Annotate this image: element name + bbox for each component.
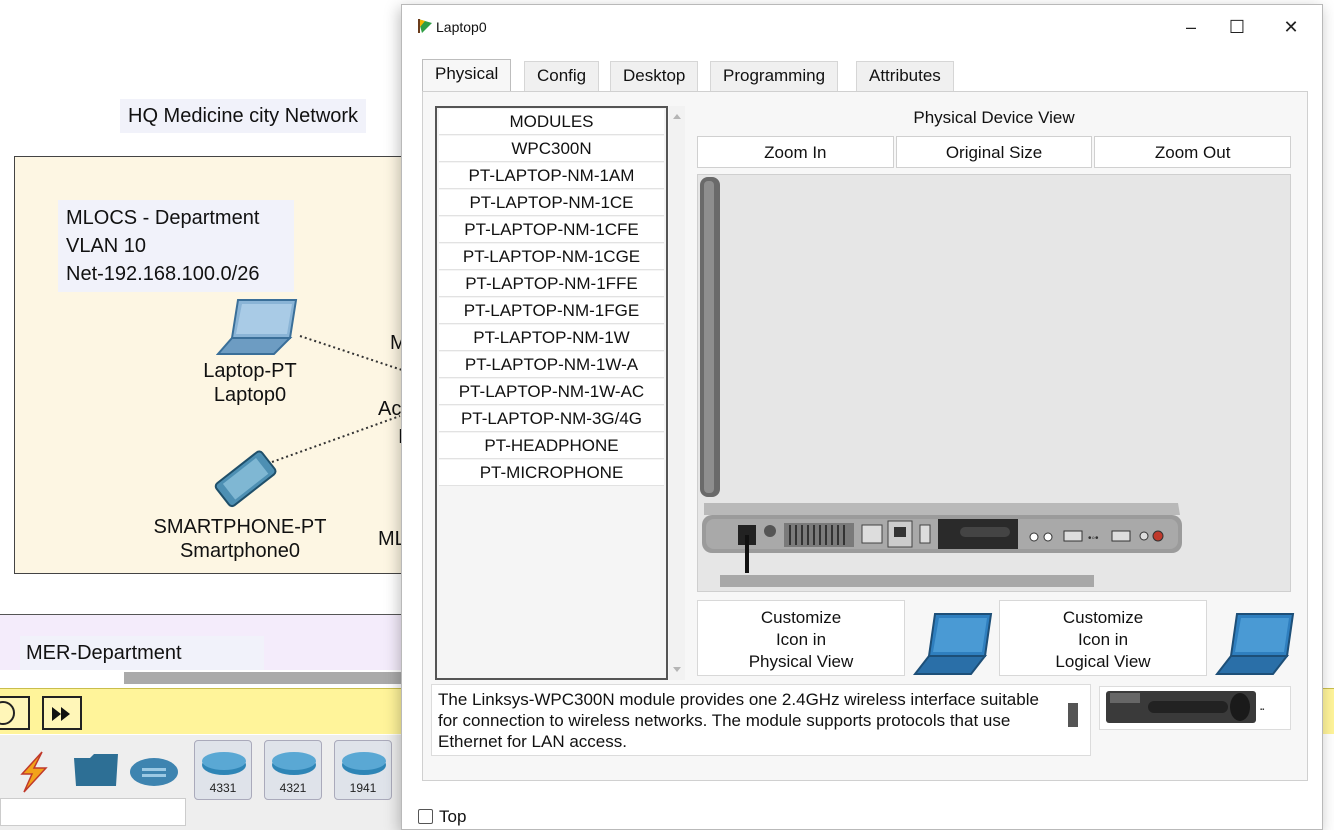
module-item[interactable]: PT-LAPTOP-NM-1FFE <box>439 271 664 297</box>
module-description-box[interactable]: The Linksys-WPC300N module provides one … <box>431 684 1091 756</box>
always-on-top-checkbox[interactable]: Top <box>418 807 466 827</box>
fast-forward-icon <box>52 707 70 721</box>
laptop-type: Laptop-PT <box>203 360 297 382</box>
checkbox-box[interactable] <box>418 809 433 824</box>
module-item[interactable]: PT-LAPTOP-NM-1CFE <box>439 217 664 243</box>
router-4331-tile[interactable]: 4331 <box>194 740 252 800</box>
zoom-controls: Zoom In Original Size Zoom Out <box>697 136 1292 168</box>
circle-icon <box>0 701 15 725</box>
module-item[interactable]: PT-LAPTOP-NM-1W-A <box>439 352 664 378</box>
tab-config[interactable]: Config <box>524 61 600 91</box>
top-checkbox-label: Top <box>439 807 467 826</box>
scroll-up-icon[interactable] <box>673 114 681 119</box>
physical-device-view-title: Physical Device View <box>913 108 1075 127</box>
device-dialog-laptop0: Laptop0 – ☐ ✕ Physical Config Desktop Pr… <box>401 4 1323 830</box>
fast-forward-button[interactable] <box>42 696 82 730</box>
module-item[interactable]: PT-LAPTOP-NM-3G/4G <box>439 406 664 432</box>
cloud-icon[interactable] <box>128 750 180 790</box>
laptop-name: Laptop0 <box>213 384 287 406</box>
customize-physical-label: Customize Icon in Physical View <box>698 607 904 673</box>
router-icon <box>202 752 246 775</box>
module-item[interactable]: PT-LAPTOP-NM-1CE <box>439 190 664 216</box>
module-description-text: The Linksys-WPC300N module provides one … <box>438 690 1039 751</box>
original-size-button[interactable]: Original Size <box>895 136 1093 168</box>
svg-text:▪▪: ▪▪ <box>1260 707 1264 713</box>
module-item[interactable]: PT-LAPTOP-NM-1W-AC <box>439 379 664 405</box>
customize-logical-label: Customize Icon in Logical View <box>1000 607 1206 673</box>
scroll-down-icon[interactable] <box>673 667 681 672</box>
router-model-label: 4321 <box>279 781 307 795</box>
router-1941-tile[interactable]: 1941 <box>334 740 392 800</box>
zoom-out-button[interactable]: Zoom Out <box>1094 136 1292 168</box>
wireless-card-image: ▪▪ <box>1106 691 1264 723</box>
maximize-button[interactable]: ☐ <box>1214 11 1260 43</box>
window-title: Laptop0 <box>436 19 487 35</box>
description-scrollbar-thumb[interactable] <box>1068 703 1078 727</box>
module-preview-image: ▪▪ <box>1099 686 1291 730</box>
modules-scrollbar[interactable] <box>669 106 685 680</box>
module-item[interactable]: PT-LAPTOP-NM-1CGE <box>439 244 664 270</box>
customize-logical-icon-button[interactable]: Customize Icon in Logical View <box>999 600 1207 676</box>
zoom-in-button[interactable]: Zoom In <box>697 136 894 168</box>
customize-logical-line1: Customize <box>1062 608 1144 627</box>
workspace-horizontal-scrollbar[interactable] <box>124 672 414 684</box>
smartphone-wireless-link <box>271 415 401 463</box>
laptop-icon[interactable] <box>1215 612 1295 678</box>
folder-icon[interactable] <box>72 750 120 790</box>
module-item[interactable]: PT-MICROPHONE <box>439 460 664 486</box>
laptop-icon[interactable] <box>913 612 993 678</box>
router-icon <box>342 752 386 775</box>
close-button[interactable]: ✕ <box>1268 11 1314 43</box>
packet-tracer-app-icon <box>418 19 432 33</box>
smartphone-name: Smartphone0 <box>179 540 301 562</box>
physical-device-view[interactable]: •◦• <box>697 174 1291 592</box>
lightning-connections-icon[interactable] <box>12 750 56 794</box>
customize-physical-line2: Icon in <box>775 630 827 649</box>
tab-programming[interactable]: Programming <box>710 61 839 91</box>
laptop-side-panel-image: •◦• <box>700 177 1182 573</box>
module-item[interactable]: PT-LAPTOP-NM-1FGE <box>439 298 664 324</box>
laptop-device-icon[interactable] <box>216 298 300 356</box>
module-item[interactable]: PT-LAPTOP-NM-1AM <box>439 163 664 189</box>
customize-logical-line3: Logical View <box>1055 652 1151 671</box>
play-control-button[interactable] <box>0 696 30 730</box>
modules-list[interactable]: MODULES WPC300N PT-LAPTOP-NM-1AM PT-LAPT… <box>435 106 668 680</box>
svg-text:•◦•: •◦• <box>1088 533 1099 544</box>
title-bar[interactable]: Laptop0 – ☐ ✕ <box>402 5 1322 49</box>
minimize-button[interactable]: – <box>1168 11 1214 43</box>
customize-physical-line3: Physical View <box>748 652 854 671</box>
customize-physical-line1: Customize <box>760 608 842 627</box>
laptop-device-label[interactable]: Laptop-PT Laptop0 <box>180 359 320 407</box>
module-item-wpc300n[interactable]: WPC300N <box>439 136 664 162</box>
modules-header: MODULES <box>439 109 664 135</box>
clipped-label-fragment: Ac <box>378 398 402 420</box>
mer-department-note[interactable]: MER-Department <box>20 636 264 670</box>
smartphone-device-icon[interactable] <box>208 445 282 511</box>
tab-attributes[interactable]: Attributes <box>856 61 954 91</box>
device-search-field[interactable] <box>0 798 186 826</box>
customize-logical-line2: Icon in <box>1077 630 1129 649</box>
device-view-horizontal-scrollbar[interactable] <box>720 575 1094 587</box>
router-model-label: 4331 <box>209 781 237 795</box>
tab-physical[interactable]: Physical <box>422 59 512 92</box>
router-4321-tile[interactable]: 4321 <box>264 740 322 800</box>
module-item[interactable]: PT-HEADPHONE <box>439 433 664 459</box>
module-item[interactable]: PT-LAPTOP-NM-1W <box>439 325 664 351</box>
customize-physical-icon-button[interactable]: Customize Icon in Physical View <box>697 600 905 676</box>
smartphone-type: SMARTPHONE-PT <box>153 516 327 538</box>
router-model-label: 1941 <box>349 781 377 795</box>
tab-desktop[interactable]: Desktop <box>610 61 699 91</box>
smartphone-device-label[interactable]: SMARTPHONE-PT Smartphone0 <box>140 515 340 563</box>
router-icon <box>272 752 316 775</box>
physical-tab-panel: MODULES WPC300N PT-LAPTOP-NM-1AM PT-LAPT… <box>422 91 1308 781</box>
